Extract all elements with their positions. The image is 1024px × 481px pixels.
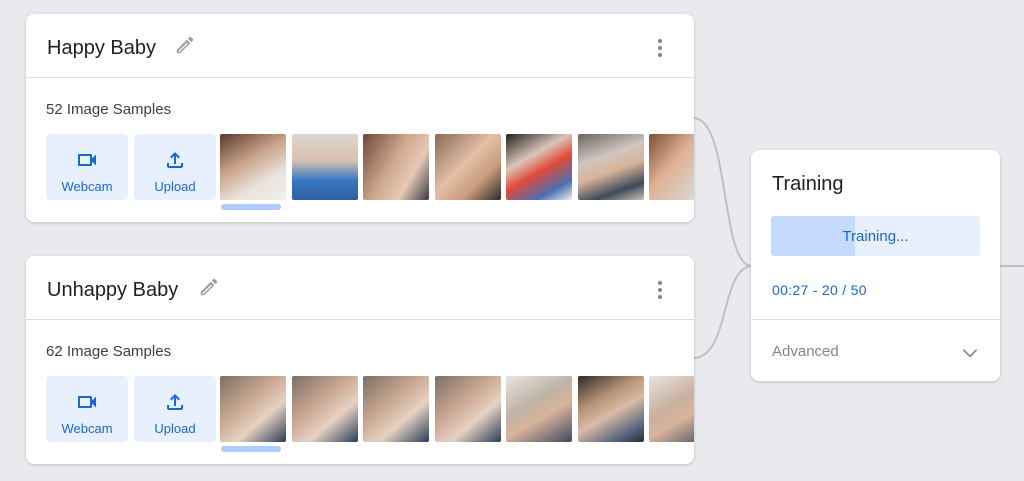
videocam-icon <box>78 154 96 166</box>
chevron-down-icon[interactable] <box>960 343 980 363</box>
class-card-unhappy-baby: Unhappy Baby 62 Image Samples Webcam Upl… <box>26 256 694 464</box>
webcam-button[interactable]: Webcam <box>46 376 128 442</box>
training-title: Training <box>772 173 844 195</box>
upload-icon <box>167 394 183 410</box>
baby-thumbnail[interactable] <box>435 376 501 442</box>
class-name[interactable]: Happy Baby <box>47 37 156 60</box>
sample-thumbnails[interactable] <box>220 134 694 200</box>
baby-thumbnail[interactable] <box>649 134 694 200</box>
baby-thumbnail[interactable] <box>292 376 358 442</box>
baby-thumbnail[interactable] <box>649 376 694 442</box>
webcam-button[interactable]: Webcam <box>46 134 128 200</box>
teachable-machine-canvas: Happy Baby 52 Image Samples Webcam Uploa… <box>0 0 1024 481</box>
class-name[interactable]: Unhappy Baby <box>47 279 178 302</box>
train-button-label: Training... <box>842 228 909 245</box>
pencil-icon[interactable] <box>174 34 196 56</box>
baby-thumbnail[interactable] <box>506 134 572 200</box>
baby-thumbnail[interactable] <box>506 376 572 442</box>
sample-thumbnails[interactable] <box>220 376 694 442</box>
pencil-icon[interactable] <box>198 276 220 298</box>
samples-count-label: 52 Image Samples <box>46 101 172 118</box>
thumbnail-scroll-indicator[interactable] <box>221 204 281 210</box>
baby-thumbnail[interactable] <box>292 134 358 200</box>
webcam-label: Webcam <box>61 179 113 194</box>
upload-button[interactable]: Upload <box>134 134 216 200</box>
train-model-button[interactable]: Training... <box>771 216 980 256</box>
class-card-happy-baby: Happy Baby 52 Image Samples Webcam Uploa… <box>26 14 694 222</box>
baby-thumbnail[interactable] <box>578 134 644 200</box>
baby-thumbnail[interactable] <box>363 134 429 200</box>
class-card-header: Happy Baby <box>26 14 694 78</box>
baby-thumbnail[interactable] <box>363 376 429 442</box>
webcam-label: Webcam <box>61 421 113 436</box>
advanced-label: Advanced <box>772 343 839 360</box>
more-vert-icon[interactable] <box>652 279 668 301</box>
training-card: Training Training... 00:27 - 20 / 50 Adv… <box>751 150 1000 381</box>
upload-button[interactable]: Upload <box>134 376 216 442</box>
upload-label: Upload <box>154 421 196 436</box>
videocam-icon <box>78 396 96 408</box>
thumbnail-scroll-indicator[interactable] <box>221 446 281 452</box>
upload-label: Upload <box>154 179 196 194</box>
training-status: 00:27 - 20 / 50 <box>772 282 867 298</box>
more-vert-icon[interactable] <box>652 37 668 59</box>
upload-icon <box>167 152 183 168</box>
class-card-header: Unhappy Baby <box>26 256 694 320</box>
samples-count-label: 62 Image Samples <box>46 343 172 360</box>
baby-thumbnail[interactable] <box>578 376 644 442</box>
baby-thumbnail[interactable] <box>435 134 501 200</box>
baby-thumbnail[interactable] <box>220 376 286 442</box>
baby-thumbnail[interactable] <box>220 134 286 200</box>
